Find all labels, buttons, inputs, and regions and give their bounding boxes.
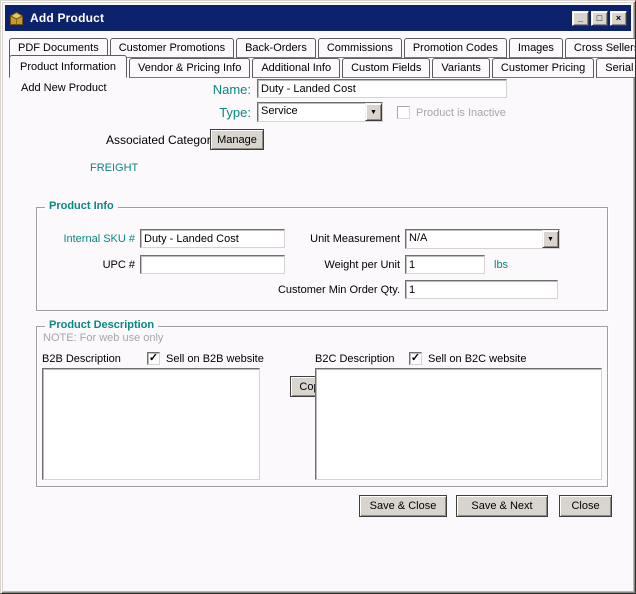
maximize-icon[interactable]: □: [591, 11, 608, 26]
save-close-button[interactable]: Save & Close: [359, 495, 447, 517]
check-icon: ✓: [411, 352, 420, 364]
upc-label: UPC #: [37, 259, 135, 271]
title-bar: Add Product _ □ ×: [5, 5, 631, 31]
tab-images[interactable]: Images: [509, 38, 563, 58]
tab-customer-promotions[interactable]: Customer Promotions: [110, 38, 234, 58]
name-label: Name:: [151, 82, 251, 97]
window-title: Add Product: [30, 11, 570, 25]
chevron-down-icon[interactable]: ▼: [542, 230, 559, 248]
unit-measurement-value: N/A: [406, 230, 542, 248]
product-description-group-title: Product Description: [45, 319, 158, 331]
product-inactive-label: Product is Inactive: [416, 107, 506, 119]
tab-cross-sellers[interactable]: Cross Sellers: [565, 38, 636, 58]
product-description-group: Product Description NOTE: For web use on…: [36, 326, 608, 487]
min-order-qty-label: Customer Min Order Qty.: [202, 284, 400, 296]
category-value: FREIGHT: [90, 162, 138, 174]
add-product-window: Add Product _ □ × PDF Documents Customer…: [0, 0, 636, 594]
b2c-description-textarea[interactable]: [315, 368, 602, 480]
tab-product-information[interactable]: Product Information: [9, 55, 127, 78]
close-button[interactable]: Close: [559, 495, 612, 517]
tab-customer-pricing[interactable]: Customer Pricing: [492, 58, 594, 78]
b2b-sell-checkbox[interactable]: ✓: [147, 352, 160, 365]
web-use-note: NOTE: For web use only: [43, 332, 163, 344]
associated-categories-label: Associated Categories: [106, 133, 226, 147]
type-label: Type:: [151, 105, 251, 120]
tab-back-orders[interactable]: Back-Orders: [236, 38, 316, 58]
unit-measurement-label: Unit Measurement: [202, 233, 400, 245]
min-order-qty-input[interactable]: [405, 280, 558, 299]
minimize-icon[interactable]: _: [572, 11, 589, 26]
b2c-sell-label: Sell on B2C website: [428, 353, 526, 365]
weight-input[interactable]: [405, 255, 485, 274]
weight-per-unit-label: Weight per Unit: [202, 259, 400, 271]
b2c-sell-checkbox[interactable]: ✓: [409, 352, 422, 365]
product-info-group-title: Product Info: [45, 200, 118, 212]
tab-variants[interactable]: Variants: [432, 58, 490, 78]
tab-serial-numbers[interactable]: Serial #'s: [596, 58, 636, 78]
tab-custom-fields[interactable]: Custom Fields: [342, 58, 430, 78]
type-selected-value: Service: [258, 103, 365, 121]
b2b-description-textarea[interactable]: [42, 368, 260, 480]
package-icon: [9, 11, 25, 26]
type-select[interactable]: Service ▼: [257, 102, 383, 122]
close-icon[interactable]: ×: [610, 11, 627, 26]
b2b-description-label: B2B Description: [42, 353, 121, 365]
name-input[interactable]: [257, 79, 507, 98]
tab-commissions[interactable]: Commissions: [318, 38, 402, 58]
chevron-down-icon[interactable]: ▼: [365, 103, 382, 121]
tab-additional-info[interactable]: Additional Info: [252, 58, 340, 78]
b2b-sell-label: Sell on B2B website: [166, 353, 264, 365]
internal-sku-label: Internal SKU #: [37, 233, 135, 245]
b2c-description-label: B2C Description: [315, 353, 394, 365]
page-title: Add New Product: [21, 82, 107, 94]
save-next-button[interactable]: Save & Next: [456, 495, 548, 517]
tab-vendor-pricing-info[interactable]: Vendor & Pricing Info: [129, 58, 250, 78]
weight-unit-label: lbs: [494, 259, 508, 271]
tab-row-primary: Product Information Vendor & Pricing Inf…: [9, 58, 636, 78]
check-icon: ✓: [149, 352, 158, 364]
unit-measurement-select[interactable]: N/A ▼: [405, 229, 560, 249]
product-info-group: Product Info Internal SKU # Unit Measure…: [36, 207, 608, 311]
product-inactive-checkbox: [397, 106, 410, 119]
manage-button[interactable]: Manage: [210, 129, 264, 150]
tab-promotion-codes[interactable]: Promotion Codes: [404, 38, 507, 58]
